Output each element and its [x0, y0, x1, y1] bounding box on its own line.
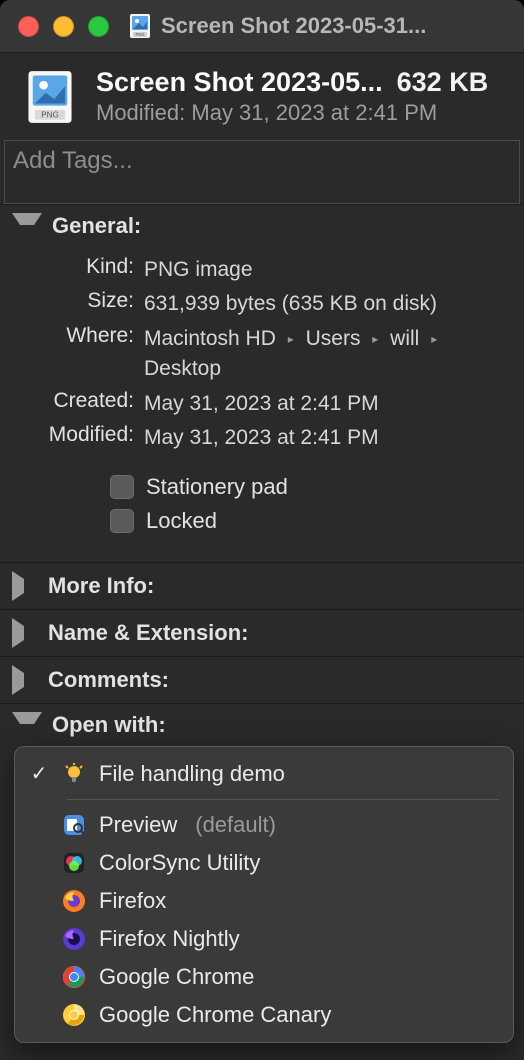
stationery-label: Stationery pad	[146, 474, 288, 500]
open-with-menu-item[interactable]: Firefox Nightly	[15, 920, 513, 958]
section-general: General: Kind: PNG image Size: 631,939 b…	[0, 204, 524, 562]
get-info-window: PNG Screen Shot 2023-05-31... PNG Screen…	[0, 0, 524, 1060]
where-path-segment: Users	[306, 327, 361, 350]
chrome-canary-icon	[61, 1002, 87, 1028]
where-path-segment: Desktop	[144, 357, 221, 380]
size-value: 631,939 bytes (635 KB on disk)	[144, 289, 437, 319]
where-path-segment: Macintosh HD	[144, 327, 276, 350]
section-general-label: General:	[52, 213, 141, 239]
svg-text:PNG: PNG	[41, 110, 58, 119]
close-button[interactable]	[18, 16, 39, 37]
created-value: May 31, 2023 at 2:41 PM	[144, 389, 379, 419]
open-with-menu-item[interactable]: ColorSync Utility	[15, 844, 513, 882]
file-header: PNG Screen Shot 2023-05... 632 KB Modifi…	[0, 53, 524, 140]
open-with-app-label: Google Chrome	[99, 964, 254, 990]
file-size-short: 632 KB	[397, 67, 489, 98]
path-separator-icon: ▸	[288, 332, 294, 346]
section-comments-header[interactable]: Comments:	[0, 657, 524, 703]
window-controls	[18, 16, 109, 37]
open-with-app-label: Firefox	[99, 888, 166, 914]
chevron-down-icon	[12, 712, 42, 738]
path-separator-icon: ▸	[431, 332, 437, 346]
section-more-info-header[interactable]: More Info:	[0, 563, 524, 609]
section-open-with: Open with: ✓ File handling demo Preview (de…	[0, 703, 524, 1053]
modified-value: May 31, 2023 at 2:41 PM	[144, 423, 379, 453]
section-name-ext-label: Name & Extension:	[48, 620, 249, 646]
section-more-info-label: More Info:	[48, 573, 154, 599]
section-general-header[interactable]: General:	[0, 205, 524, 247]
svg-text:PNG: PNG	[135, 32, 144, 37]
bulb-icon	[61, 761, 87, 787]
path-separator-icon: ▸	[372, 332, 378, 346]
section-comments-label: Comments:	[48, 667, 169, 693]
open-with-menu-item[interactable]: Google Chrome Canary	[15, 996, 513, 1034]
checkmark-icon: ✓	[29, 761, 49, 786]
file-modified-line: Modified: May 31, 2023 at 2:41 PM	[96, 100, 508, 126]
open-with-menu[interactable]: ✓ File handling demo Preview (default) Color…	[14, 746, 514, 1043]
preview-icon	[61, 812, 87, 838]
section-more-info: More Info:	[0, 562, 524, 609]
menu-separator	[67, 799, 499, 800]
open-with-app-label: Preview	[99, 812, 177, 838]
section-general-body: Kind: PNG image Size: 631,939 bytes (635…	[0, 247, 524, 562]
size-label: Size:	[0, 289, 134, 313]
titlebar-title: Screen Shot 2023-05-31...	[161, 13, 426, 39]
tags-input[interactable]: Add Tags...	[4, 140, 520, 204]
section-comments: Comments:	[0, 656, 524, 703]
chevron-right-icon	[12, 618, 38, 648]
section-open-with-label: Open with:	[52, 712, 166, 738]
where-label: Where:	[0, 324, 134, 348]
open-with-app-label: ColorSync Utility	[99, 850, 260, 876]
firefox-nightly-icon	[61, 926, 87, 952]
chevron-down-icon	[12, 213, 42, 239]
section-name-ext: Name & Extension:	[0, 609, 524, 656]
stationery-checkbox[interactable]	[110, 475, 134, 499]
open-with-app-label: File handling demo	[99, 761, 285, 787]
locked-label: Locked	[146, 508, 217, 534]
open-with-app-label: Firefox Nightly	[99, 926, 240, 952]
open-with-app-label: Google Chrome Canary	[99, 1002, 331, 1028]
kind-label: Kind:	[0, 255, 134, 279]
titlebar: PNG Screen Shot 2023-05-31...	[0, 0, 524, 53]
minimize-button[interactable]	[53, 16, 74, 37]
where-value: Macintosh HD ▸ Users ▸ will ▸ Desktop	[144, 324, 510, 385]
open-with-menu-item[interactable]: Preview (default)	[15, 806, 513, 844]
modified-label: Modified:	[0, 423, 134, 447]
section-open-with-header[interactable]: Open with:	[0, 704, 524, 746]
file-header-texts: Screen Shot 2023-05... 632 KB Modified: …	[96, 67, 508, 126]
open-with-menu-item[interactable]: Firefox	[15, 882, 513, 920]
chevron-right-icon	[12, 665, 38, 695]
colorsync-icon	[61, 850, 87, 876]
open-with-menu-item[interactable]: ✓ File handling demo	[15, 755, 513, 793]
open-with-menu-item[interactable]: Google Chrome	[15, 958, 513, 996]
default-suffix: (default)	[195, 812, 276, 838]
created-label: Created:	[0, 389, 134, 413]
kind-value: PNG image	[144, 255, 253, 285]
chrome-icon	[61, 964, 87, 990]
titlebar-file-icon: PNG	[129, 13, 151, 39]
where-path-segment: will	[390, 327, 419, 350]
file-icon: PNG	[22, 69, 78, 125]
chevron-right-icon	[12, 571, 38, 601]
zoom-button[interactable]	[88, 16, 109, 37]
firefox-icon	[61, 888, 87, 914]
locked-checkbox[interactable]	[110, 509, 134, 533]
file-name: Screen Shot 2023-05...	[96, 67, 383, 98]
section-name-ext-header[interactable]: Name & Extension:	[0, 610, 524, 656]
